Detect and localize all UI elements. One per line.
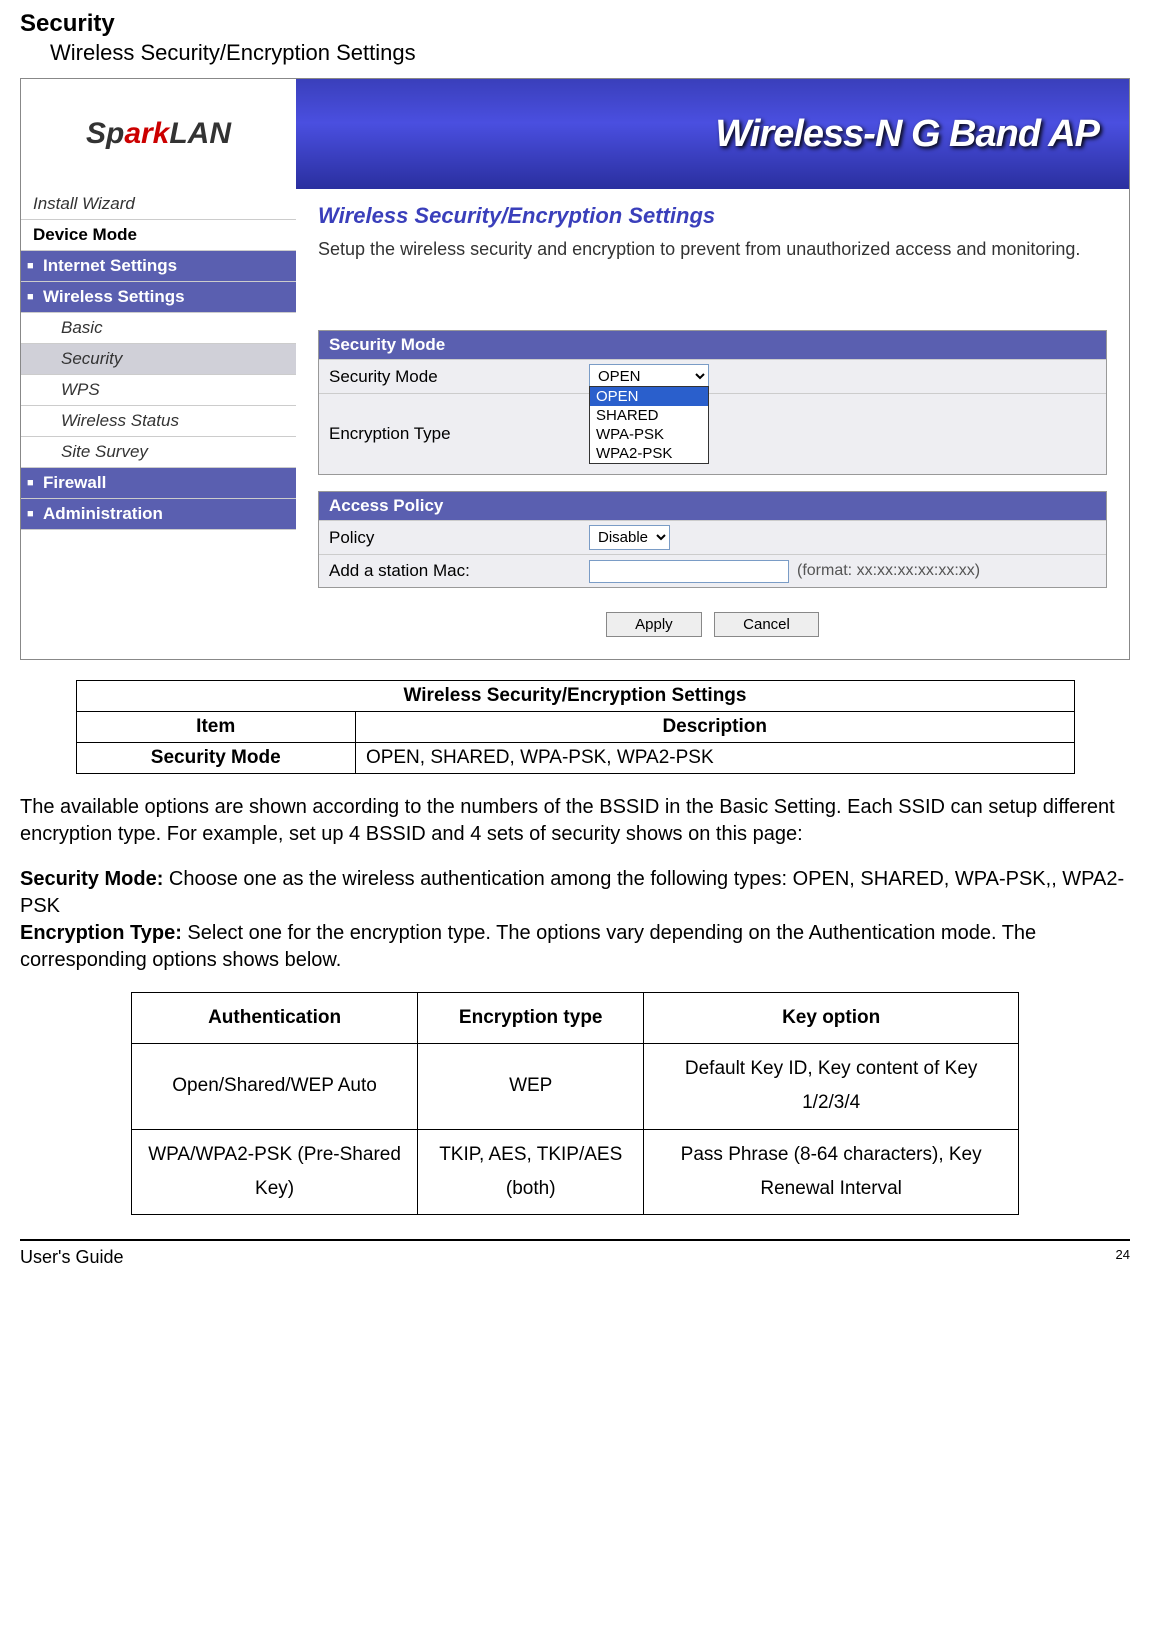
mac-format-hint: (format: xx:xx:xx:xx:xx:xx): [797, 562, 980, 580]
encryption-type-strong: Encryption Type:: [20, 922, 182, 944]
access-policy-panel: Access Policy Policy Disable Add a stati…: [318, 491, 1107, 588]
sidebar-item-wireless-settings[interactable]: Wireless Settings: [21, 282, 296, 313]
sidebar-item-internet-settings[interactable]: Internet Settings: [21, 251, 296, 282]
security-mode-row: Security Mode OPEN OPEN SHARED WPA-PSK W…: [319, 359, 1106, 393]
cancel-button[interactable]: Cancel: [714, 612, 819, 637]
sidebar-item-firewall[interactable]: Firewall: [21, 468, 296, 499]
table2-r2c1: WPA/WPA2-PSK (Pre-Shared Key): [132, 1129, 418, 1214]
logo: SparkLAN: [21, 79, 296, 189]
page-subtitle: Wireless Security/Encryption Settings: [50, 40, 1130, 66]
table2-r2c2: TKIP, AES, TKIP/AES (both): [418, 1129, 644, 1214]
sidebar-item-basic[interactable]: Basic: [21, 313, 296, 344]
paragraph-mode-descriptions: Security Mode: Choose one as the wireles…: [20, 866, 1130, 974]
sidebar-item-install-wizard[interactable]: Install Wizard: [21, 189, 296, 220]
page-footer: User's Guide 24: [20, 1239, 1130, 1268]
sidebar-item-administration[interactable]: Administration: [21, 499, 296, 530]
footer-page-number: 24: [1116, 1247, 1130, 1268]
table2-r2c3: Pass Phrase (8-64 characters), Key Renew…: [644, 1129, 1019, 1214]
settings-summary-table: Wireless Security/Encryption Settings It…: [76, 680, 1075, 774]
content-area: Wireless Security/Encryption Settings Se…: [296, 189, 1129, 659]
security-mode-text: Choose one as the wireless authenticatio…: [20, 868, 1124, 917]
policy-row: Policy Disable: [319, 520, 1106, 554]
banner-title: Wireless-N G Band AP: [296, 79, 1129, 189]
page-header: Security Wireless Security/Encryption Se…: [20, 10, 1130, 66]
content-heading: Wireless Security/Encryption Settings: [318, 203, 1107, 229]
dropdown-option-open[interactable]: OPEN: [590, 387, 708, 406]
table2-header-enc: Encryption type: [418, 993, 644, 1044]
sidebar: Install Wizard Device Mode Internet Sett…: [21, 189, 296, 659]
table1-cell-item: Security Mode: [76, 743, 355, 774]
sidebar-item-wireless-status[interactable]: Wireless Status: [21, 406, 296, 437]
table2-r1c3: Default Key ID, Key content of Key 1/2/3…: [644, 1044, 1019, 1129]
content-description: Setup the wireless security and encrypti…: [318, 239, 1107, 260]
dropdown-option-wpa2-psk[interactable]: WPA2-PSK: [590, 444, 708, 463]
dropdown-option-wpa-psk[interactable]: WPA-PSK: [590, 425, 708, 444]
main-area: Install Wizard Device Mode Internet Sett…: [21, 189, 1129, 659]
security-mode-dropdown-list: OPEN SHARED WPA-PSK WPA2-PSK: [589, 386, 709, 464]
security-mode-label: Security Mode: [319, 361, 579, 393]
add-mac-label: Add a station Mac:: [319, 555, 579, 587]
apply-button[interactable]: Apply: [606, 612, 702, 637]
policy-select[interactable]: Disable: [589, 525, 670, 550]
table2-header-key: Key option: [644, 993, 1019, 1044]
security-mode-select-wrapper: OPEN OPEN SHARED WPA-PSK WPA2-PSK: [589, 364, 709, 389]
logo-part2: ark: [124, 117, 169, 150]
button-row: Apply Cancel: [318, 604, 1107, 645]
table1-header-item: Item: [76, 712, 355, 743]
sidebar-item-device-mode[interactable]: Device Mode: [21, 220, 296, 251]
footer-guide: User's Guide: [20, 1247, 123, 1268]
policy-label: Policy: [319, 522, 579, 554]
add-mac-input[interactable]: [589, 560, 789, 583]
security-mode-strong: Security Mode:: [20, 868, 163, 890]
table2-r1c2: WEP: [418, 1044, 644, 1129]
encryption-options-table: Authentication Encryption type Key optio…: [131, 992, 1019, 1215]
sidebar-item-security[interactable]: Security: [21, 344, 296, 375]
dropdown-option-shared[interactable]: SHARED: [590, 406, 708, 425]
sidebar-item-wps[interactable]: WPS: [21, 375, 296, 406]
app-screenshot: SparkLAN Wireless-N G Band AP Install Wi…: [20, 78, 1130, 660]
table1-header-description: Description: [355, 712, 1074, 743]
add-mac-row: Add a station Mac: (format: xx:xx:xx:xx:…: [319, 554, 1106, 587]
banner: SparkLAN Wireless-N G Band AP: [21, 79, 1129, 189]
table1-caption: Wireless Security/Encryption Settings: [76, 681, 1074, 712]
sidebar-item-site-survey[interactable]: Site Survey: [21, 437, 296, 468]
encryption-type-row: Encryption Type: [319, 393, 1106, 474]
paragraph-available-options: The available options are shown accordin…: [20, 794, 1130, 848]
logo-part1: Sp: [86, 117, 124, 150]
logo-part3: LAN: [169, 117, 231, 150]
table1-cell-description: OPEN, SHARED, WPA-PSK, WPA2-PSK: [355, 743, 1074, 774]
access-policy-panel-header: Access Policy: [319, 492, 1106, 520]
table2-r1c1: Open/Shared/WEP Auto: [132, 1044, 418, 1129]
logo-text: SparkLAN: [86, 117, 231, 151]
encryption-type-label: Encryption Type: [319, 418, 579, 450]
table2-header-auth: Authentication: [132, 993, 418, 1044]
security-mode-panel: Security Mode Security Mode OPEN OPEN SH…: [318, 330, 1107, 475]
security-mode-panel-header: Security Mode: [319, 331, 1106, 359]
page-title: Security: [20, 10, 1130, 38]
